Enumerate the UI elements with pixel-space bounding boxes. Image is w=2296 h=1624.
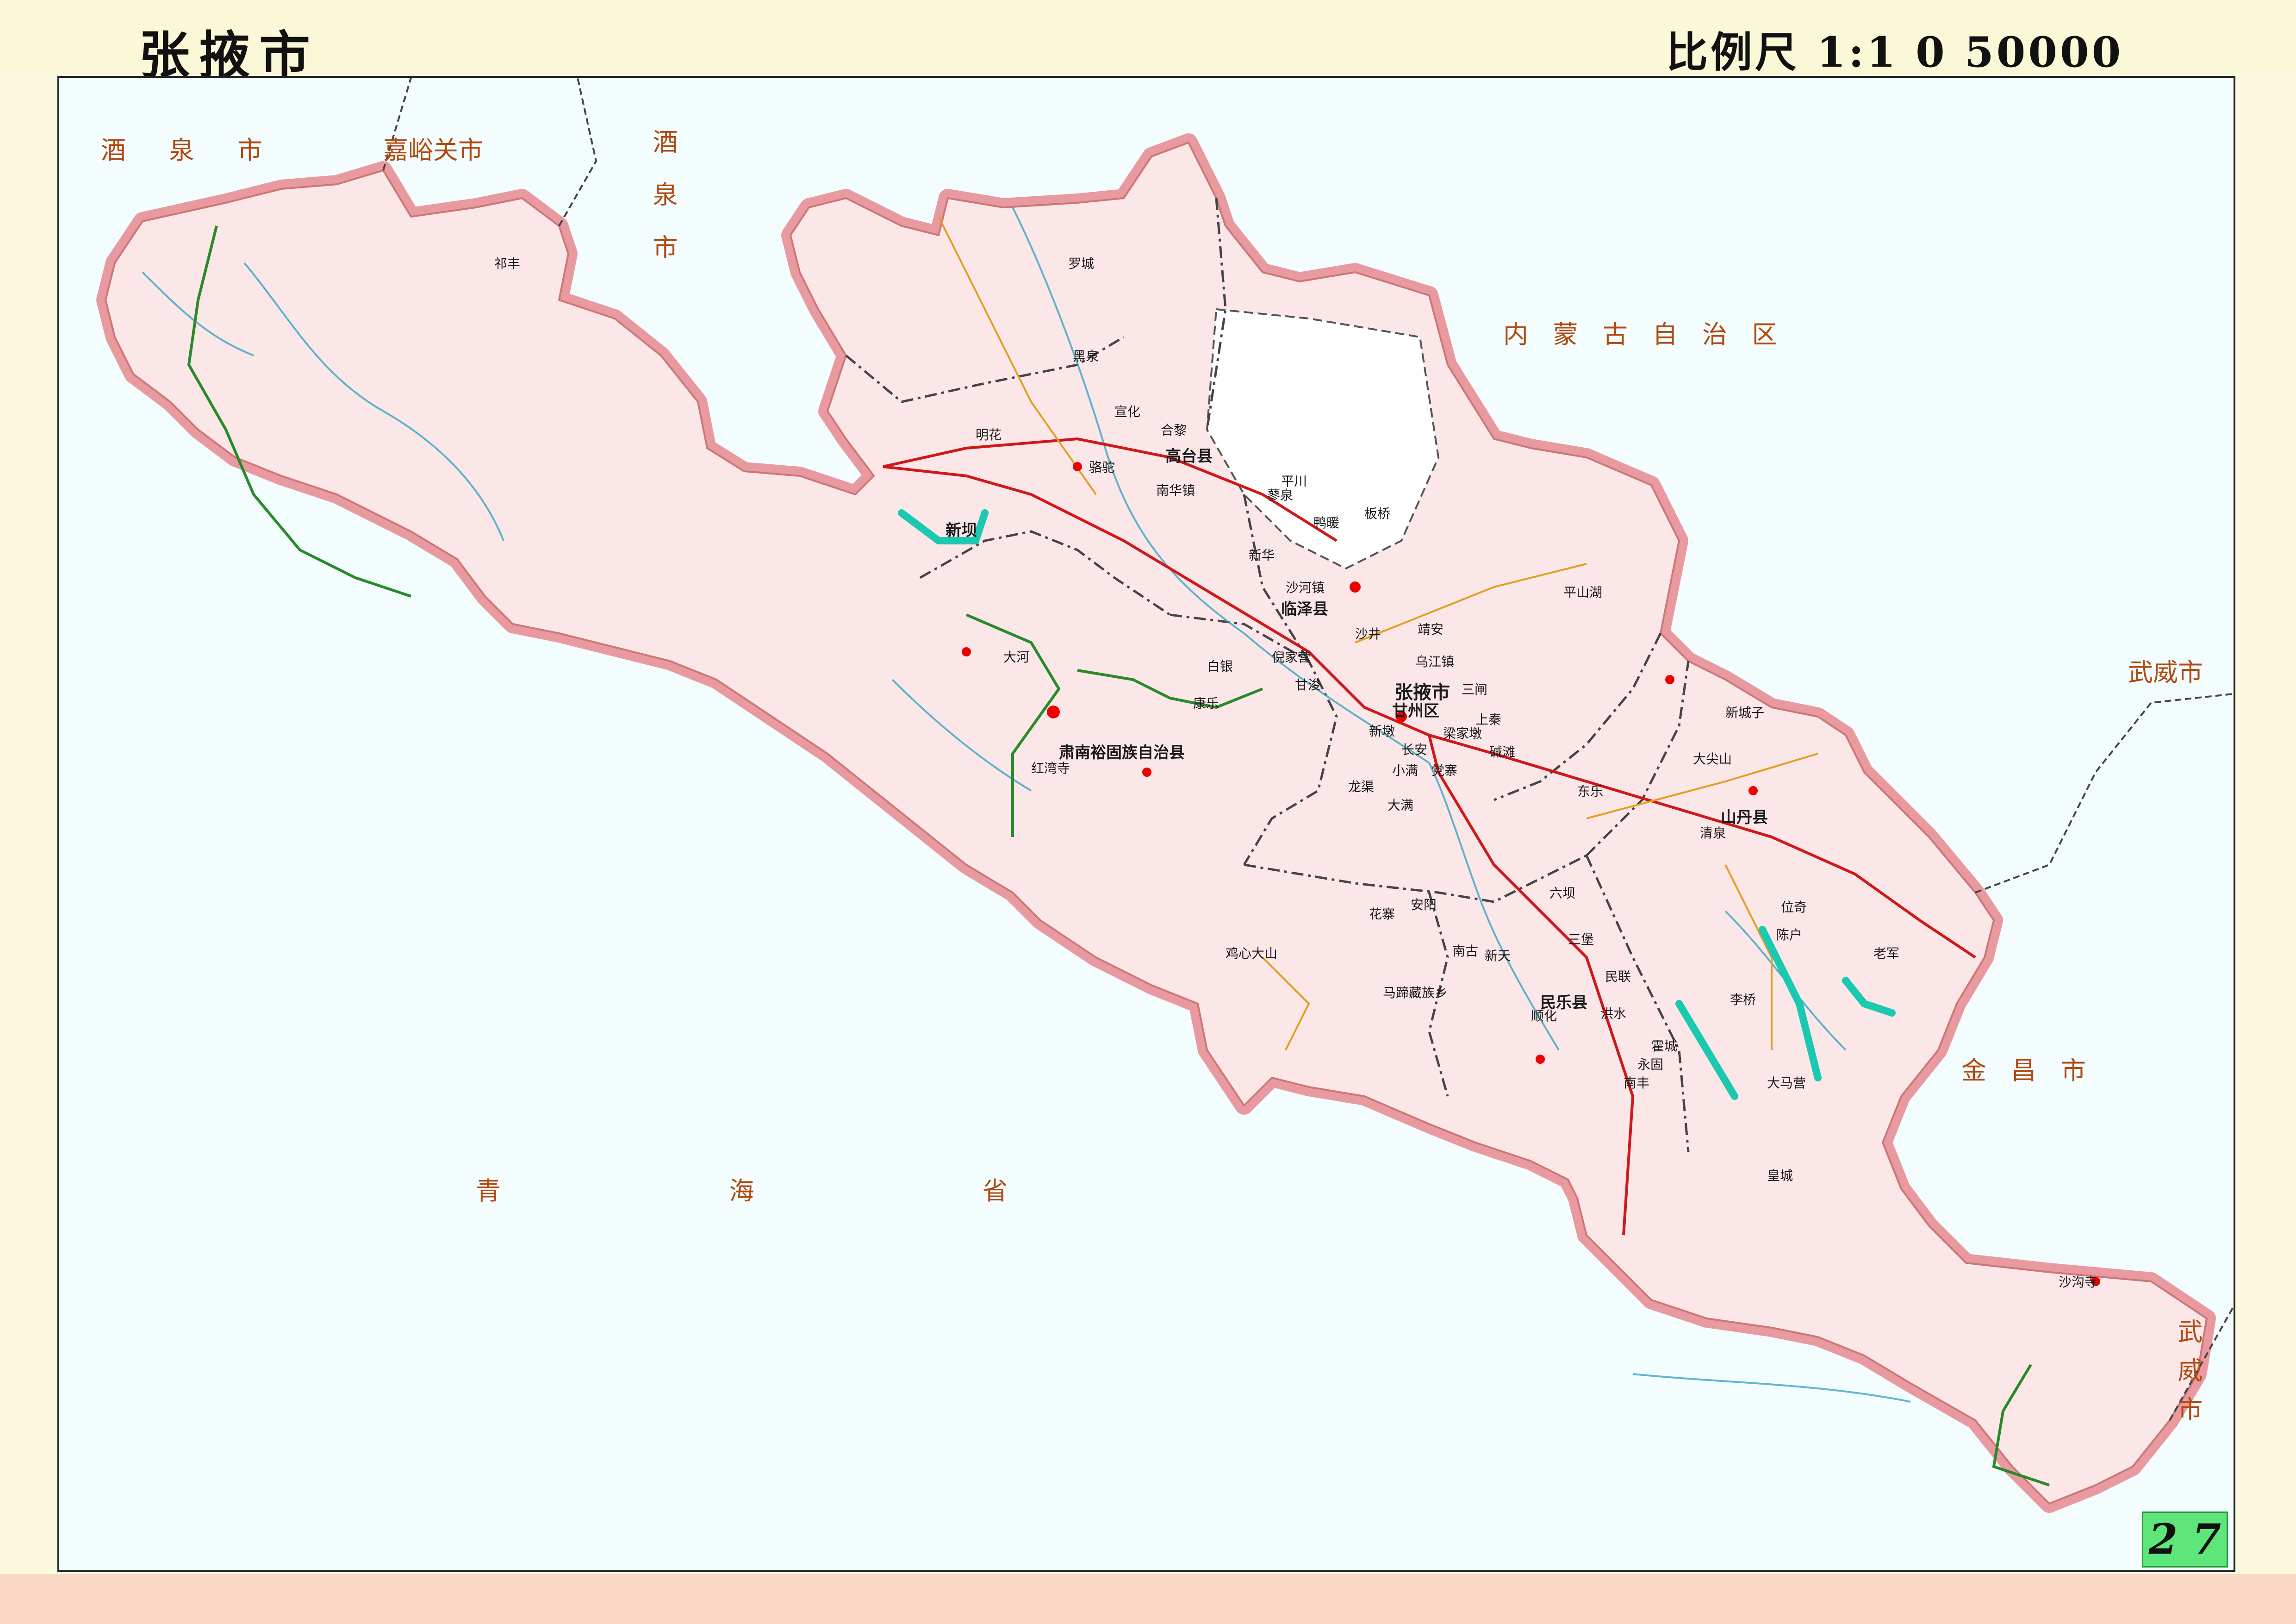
place-town: 罗城 bbox=[1068, 256, 1095, 271]
place-town: 祁丰 bbox=[494, 256, 521, 271]
place-town: 长安 bbox=[1401, 743, 1428, 757]
neighbor-label-wuwei-e: 武威市 bbox=[2128, 659, 2203, 687]
neighbor-label-jiayuguan: 嘉峪关市 bbox=[383, 137, 483, 164]
dot-7 bbox=[962, 647, 971, 656]
place-town: 皇城 bbox=[1767, 1168, 1793, 1183]
place-town: 乌江镇 bbox=[1415, 655, 1455, 669]
place-town: 顺化 bbox=[1531, 1009, 1557, 1023]
place-town: 小满 bbox=[1392, 763, 1419, 778]
place-town: 大尖山 bbox=[1693, 752, 1732, 766]
neighbor-label-jiuquan-nw: 酒 泉 市 bbox=[101, 137, 281, 164]
prefecture-area bbox=[105, 142, 2208, 1505]
place-town: 倪家营 bbox=[1272, 650, 1311, 664]
neighbor-label-wuwei-se: 武威市 bbox=[2174, 1318, 2202, 1435]
place-town: 民联 bbox=[1605, 969, 1631, 984]
place-town: 南丰 bbox=[1624, 1076, 1650, 1090]
place-town: 陈户 bbox=[1776, 928, 1803, 942]
dot-3 bbox=[1350, 581, 1361, 593]
place-town: 花寨 bbox=[1369, 907, 1395, 921]
place-town: 霍城 bbox=[1651, 1039, 1678, 1053]
map-frame: 酒 泉 市 嘉峪关市 酒泉市 内 蒙 古 自 治 区 武威市 金 昌 市 武威市… bbox=[57, 76, 2235, 1572]
place-town: 大马营 bbox=[1767, 1076, 1806, 1090]
place-town: 李桥 bbox=[1730, 993, 1756, 1007]
neighbor-label-inner-mongolia: 内 蒙 古 自 治 区 bbox=[1503, 321, 1786, 349]
place-gaotai: 高台县 bbox=[1165, 448, 1213, 465]
place-town: 合黎 bbox=[1161, 423, 1187, 437]
place-town: 龙渠 bbox=[1348, 780, 1375, 794]
place-town: 骆驼 bbox=[1089, 460, 1115, 475]
place-town: 老军 bbox=[1873, 946, 1900, 961]
place-town: 上秦 bbox=[1475, 712, 1502, 727]
place-town: 安阳 bbox=[1411, 898, 1437, 912]
dot-4 bbox=[1665, 675, 1674, 684]
place-town: 永固 bbox=[1637, 1057, 1664, 1072]
place-town: 新坝 bbox=[946, 522, 977, 539]
dot-8 bbox=[1142, 768, 1151, 777]
dot-10 bbox=[1536, 1055, 1545, 1064]
place-town: 新天 bbox=[1485, 949, 1511, 963]
map-scale: 比例尺 1:1 0 50000 bbox=[1666, 28, 2124, 77]
place-town: 红湾寺 bbox=[1031, 761, 1070, 775]
place-town: 南古 bbox=[1452, 944, 1479, 958]
place-town: 沙河镇 bbox=[1286, 581, 1325, 595]
place-town: 黑泉 bbox=[1073, 349, 1099, 363]
place-sunan: 肃南裕固族自治县 bbox=[1059, 744, 1185, 762]
place-town: 平山湖 bbox=[1563, 585, 1603, 600]
page-footer bbox=[0, 1574, 2296, 1624]
place-town: 蓼泉 bbox=[1267, 488, 1294, 502]
place-town: 大河 bbox=[1003, 650, 1030, 664]
map-canvas bbox=[96, 78, 2234, 1513]
place-town: 碱滩 bbox=[1489, 745, 1516, 759]
neighbor-label-jinchang: 金 昌 市 bbox=[1961, 1057, 2095, 1085]
place-town: 三闸 bbox=[1462, 682, 1488, 697]
dot-5 bbox=[1748, 786, 1758, 795]
place-town: 清泉 bbox=[1700, 826, 1726, 840]
place-town: 新城子 bbox=[1725, 706, 1765, 720]
place-town: 鸡心大山 bbox=[1226, 946, 1278, 961]
place-town: 东乐 bbox=[1577, 784, 1604, 799]
place-town: 大满 bbox=[1388, 798, 1414, 812]
place-town: 洪水 bbox=[1600, 1006, 1627, 1021]
place-town: 党寨 bbox=[1431, 763, 1458, 778]
place-ganzhou: 甘州区 bbox=[1392, 702, 1439, 720]
place-town: 新墩 bbox=[1369, 724, 1395, 738]
place-town: 沙井 bbox=[1355, 627, 1381, 641]
place-town: 板桥 bbox=[1364, 506, 1391, 521]
dot-1 bbox=[1047, 706, 1060, 718]
page-number: 2 7 bbox=[2142, 1512, 2228, 1568]
place-town: 位奇 bbox=[1781, 900, 1807, 914]
place-town: 鸭暖 bbox=[1313, 516, 1340, 530]
place-linze: 临泽县 bbox=[1281, 600, 1328, 618]
place-town: 六坝 bbox=[1549, 886, 1576, 900]
place-town: 靖安 bbox=[1418, 622, 1444, 637]
neighbor-label-jiuquan-n: 酒泉市 bbox=[649, 129, 677, 287]
map-header: 张掖市 比例尺 1:1 0 50000 bbox=[0, 0, 2296, 85]
place-town: 马蹄藏族乡 bbox=[1383, 986, 1448, 1000]
place-town: 甘浚 bbox=[1295, 678, 1321, 692]
place-town: 三堡 bbox=[1568, 932, 1594, 947]
place-town: 宣化 bbox=[1114, 405, 1141, 419]
place-shandan: 山丹县 bbox=[1721, 809, 1768, 826]
place-town: 沙沟寺 bbox=[2059, 1275, 2098, 1289]
place-town: 南华镇 bbox=[1156, 483, 1195, 498]
place-town: 康乐 bbox=[1193, 696, 1220, 711]
neighbor-label-qinghai: 青 海 省 bbox=[476, 1177, 1119, 1205]
place-town: 新华 bbox=[1249, 548, 1275, 562]
dot-6 bbox=[1073, 462, 1082, 471]
place-town: 白银 bbox=[1207, 659, 1233, 674]
place-town: 明花 bbox=[976, 428, 1002, 442]
